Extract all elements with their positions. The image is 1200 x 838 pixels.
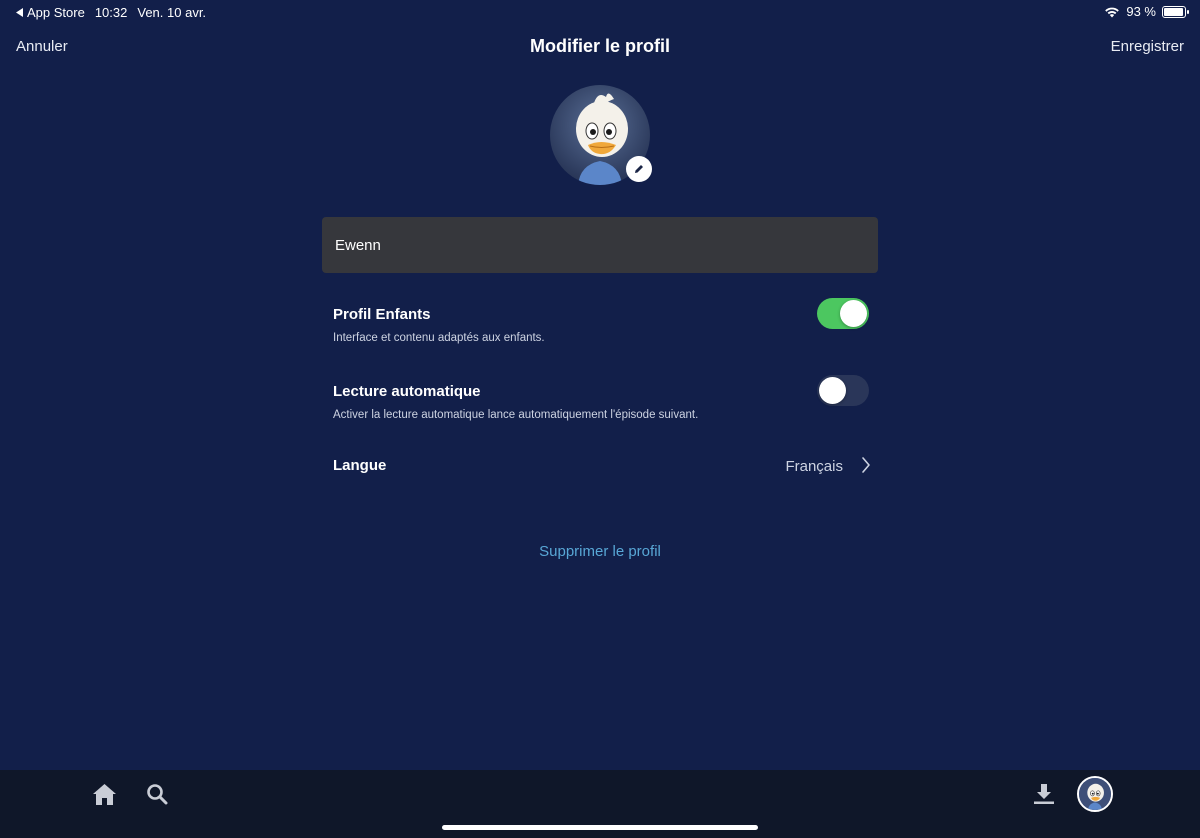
- kids-profile-row: Profil Enfants Interface et contenu adap…: [333, 298, 869, 344]
- back-app-label: App Store: [27, 5, 85, 20]
- autoplay-description: Activer la lecture automatique lance aut…: [333, 409, 699, 421]
- navigation-bar: Annuler Modifier le profil Enregistrer: [0, 36, 1200, 60]
- home-icon[interactable]: [92, 783, 117, 806]
- status-left: App Store 10:32 Ven. 10 avr.: [16, 5, 206, 20]
- delete-profile-button[interactable]: Supprimer le profil: [0, 543, 1200, 560]
- duck-avatar-icon: [1079, 778, 1111, 810]
- status-date: Ven. 10 avr.: [137, 5, 207, 20]
- back-to-app-button[interactable]: App Store: [16, 5, 85, 20]
- save-button[interactable]: Enregistrer: [1111, 38, 1184, 55]
- download-icon[interactable]: [1033, 783, 1055, 805]
- toggle-knob: [819, 377, 846, 404]
- home-indicator[interactable]: [442, 825, 758, 830]
- status-time: 10:32: [94, 5, 128, 20]
- kids-profile-description: Interface et contenu adaptés aux enfants…: [333, 332, 545, 344]
- edit-avatar-button[interactable]: [626, 156, 652, 182]
- battery-percent: 93 %: [1126, 4, 1156, 19]
- profile-name-input[interactable]: [322, 217, 878, 273]
- pencil-icon: [635, 165, 643, 173]
- status-bar: App Store 10:32 Ven. 10 avr. 93 %: [0, 0, 1200, 24]
- wifi-icon: [1105, 7, 1120, 17]
- battery-fill: [1164, 7, 1183, 16]
- search-icon[interactable]: [146, 783, 168, 805]
- status-right: 93 %: [1104, 4, 1189, 19]
- profile-tab-avatar[interactable]: [1077, 776, 1113, 812]
- page-title: Modifier le profil: [529, 36, 670, 56]
- toggle-knob: [840, 300, 867, 327]
- avatar-container: [550, 85, 652, 185]
- chevron-right-icon: [862, 457, 870, 473]
- autoplay-row: Lecture automatique Activer la lecture a…: [333, 375, 869, 421]
- back-triangle-icon: [16, 8, 23, 17]
- autoplay-title: Lecture automatique: [333, 383, 481, 400]
- autoplay-toggle[interactable]: [817, 375, 869, 406]
- language-row[interactable]: Langue Français: [333, 457, 870, 479]
- battery-icon: [1162, 5, 1189, 18]
- language-value: Français: [785, 458, 843, 475]
- kids-profile-title: Profil Enfants: [333, 306, 431, 323]
- kids-profile-toggle[interactable]: [817, 298, 869, 329]
